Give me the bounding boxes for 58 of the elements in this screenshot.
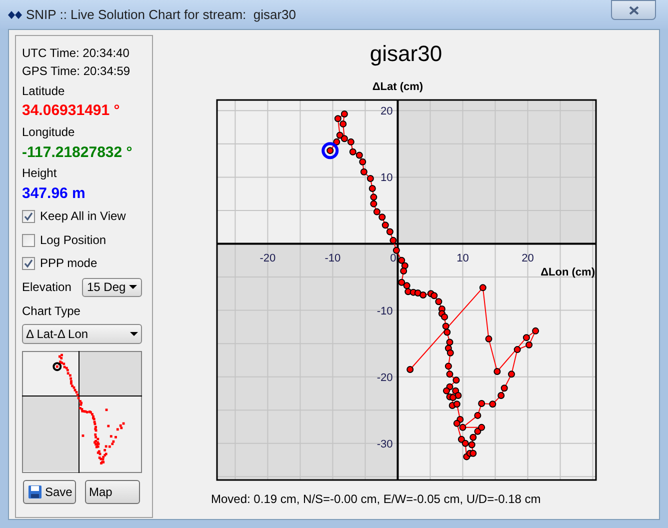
- data-point: [485, 335, 492, 342]
- y-axis-label: ΔLat (cm): [372, 81, 424, 93]
- data-point: [478, 400, 486, 407]
- status-text: Moved: 0.19 cm, N/S=-0.00 cm, E/W=-0.05 cm, U/D=-0.18 cm: [211, 492, 541, 506]
- height-value: 347.96 m: [22, 184, 86, 204]
- dropdown-arrow-icon: [130, 332, 138, 336]
- tick-label: -30: [376, 438, 393, 450]
- diamonds-icon: [8, 10, 22, 18]
- dropdown-value: Δ Lat-Δ Lon: [26, 326, 88, 343]
- checkbox[interactable]: [22, 256, 35, 270]
- close-button[interactable]: [611, 0, 656, 20]
- data-point: [368, 185, 376, 192]
- check-icon: [24, 212, 33, 220]
- checkbox-option[interactable]: PPP mode: [22, 253, 152, 273]
- chart-type-dropdown[interactable]: Δ Lat-Δ Lon: [22, 324, 142, 344]
- latitude-label: Latitude: [22, 83, 65, 100]
- data-point: [532, 327, 540, 334]
- gps-time: GPS Time: 20:34:59: [22, 63, 130, 80]
- save-button[interactable]: Save: [23, 480, 76, 504]
- tick-label: 10: [380, 172, 393, 184]
- tick-label: -20: [260, 252, 276, 265]
- checkbox-option[interactable]: Keep All in View: [22, 206, 152, 226]
- map-button[interactable]: Map: [85, 480, 140, 504]
- tick-label: -10: [324, 252, 341, 265]
- longitude-value: -117.21827832 °: [22, 142, 132, 163]
- checkbox-option[interactable]: Log Position: [22, 230, 152, 250]
- data-point: [474, 412, 482, 419]
- data-point: [489, 400, 496, 408]
- data-point: [508, 370, 515, 378]
- tick-label: 20: [380, 106, 393, 118]
- utc-time: UTC Time: 20:34:40: [22, 45, 130, 62]
- x-axis-label: ΔLon (cm): [540, 266, 595, 279]
- data-point: [392, 246, 400, 254]
- data-point: [326, 147, 334, 154]
- tick-label: 10: [456, 252, 469, 265]
- tick-label: 20: [522, 252, 534, 265]
- longitude-label: Longitude: [22, 124, 75, 141]
- dropdown-arrow-icon: [129, 285, 137, 289]
- elevation-label: Elevation: [22, 279, 72, 296]
- check-icon: [24, 258, 33, 268]
- data-point: [406, 366, 414, 374]
- data-point: [514, 346, 521, 354]
- dropdown-value: 15 Deg: [87, 279, 126, 296]
- tick-label: -10: [376, 305, 393, 318]
- checkbox[interactable]: [22, 210, 35, 222]
- tick-label: -20: [376, 372, 393, 384]
- tick-label: 0: [390, 252, 396, 265]
- window-title: SNIP :: Live Solution Chart for stream: gisar30: [26, 6, 296, 24]
- chart-title: gisar30: [370, 40, 442, 68]
- close-icon: [628, 6, 638, 14]
- data-point: [494, 368, 501, 376]
- data-point: [479, 284, 486, 292]
- position-marker: [322, 142, 339, 160]
- checkbox[interactable]: [22, 234, 35, 246]
- height-label: Height: [22, 165, 57, 182]
- chart-type-label: Chart Type: [22, 303, 80, 320]
- latitude-value: 34.06931491 °: [22, 100, 120, 121]
- elevation-dropdown[interactable]: 15 Deg: [82, 278, 142, 296]
